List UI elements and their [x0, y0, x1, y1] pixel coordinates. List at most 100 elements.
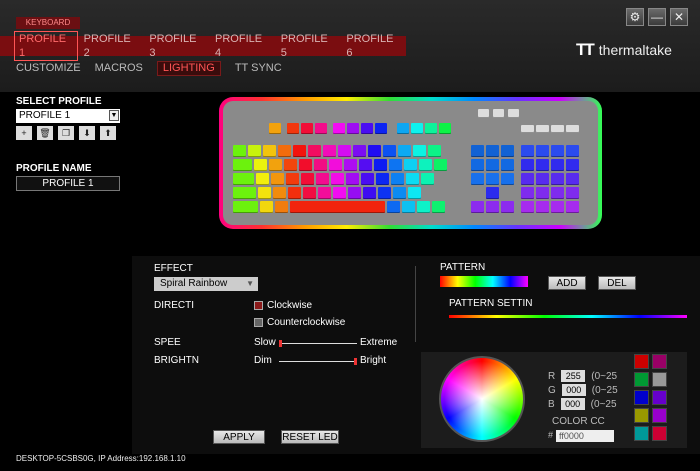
blue-input[interactable]: 000	[560, 398, 585, 410]
keyboard-key	[425, 123, 437, 134]
close-icon[interactable]: ✕	[670, 8, 688, 26]
keyboard-key	[434, 159, 447, 171]
tab-profile-6[interactable]: PROFILE 6	[340, 32, 406, 60]
keyboard-key	[346, 173, 359, 185]
keyboard-key	[393, 187, 406, 199]
effect-label: EFFECT	[154, 263, 193, 274]
add-pattern-button[interactable]: ADD	[548, 276, 586, 290]
import-icon[interactable]: ⬇	[79, 126, 95, 140]
profile-name-field[interactable]: PROFILE 1	[16, 176, 120, 191]
profile-select[interactable]: PROFILE 1 ▼	[16, 109, 120, 123]
color-code-label: COLOR CC	[552, 416, 605, 427]
keyboard-key	[275, 201, 288, 213]
tab-profile-4[interactable]: PROFILE 4	[209, 32, 275, 60]
keyboard-key	[338, 145, 351, 157]
keyboard-key	[566, 159, 579, 171]
keyboard-key	[521, 159, 534, 171]
clockwise-label: Clockwise	[267, 300, 313, 311]
delete-pattern-button[interactable]: DEL	[598, 276, 636, 290]
color-swatch[interactable]	[634, 372, 649, 387]
keyboard-key	[248, 145, 261, 157]
color-swatch[interactable]	[652, 408, 667, 423]
clockwise-checkbox[interactable]	[254, 301, 263, 310]
chevron-down-icon[interactable]: ▼	[246, 277, 254, 291]
keyboard-key	[402, 201, 415, 213]
minimize-icon[interactable]: —	[648, 8, 666, 26]
reset-led-button[interactable]: RESET LED	[281, 430, 339, 444]
tab-lighting[interactable]: LIGHTING	[156, 61, 221, 76]
keyboard-key	[316, 173, 329, 185]
keyboard-key	[508, 109, 519, 118]
keyboard-key	[521, 173, 534, 185]
direction-clockwise[interactable]: Clockwise	[254, 300, 312, 311]
hash-label: #	[548, 430, 554, 440]
tab-tt-sync[interactable]: TT SYNC	[235, 62, 282, 75]
color-swatch[interactable]	[634, 408, 649, 423]
keyboard-key	[486, 145, 499, 157]
counterclockwise-checkbox[interactable]	[254, 318, 263, 327]
hex-color-input[interactable]: ff0000	[556, 430, 614, 442]
tab-profile-5[interactable]: PROFILE 5	[275, 32, 341, 60]
color-swatch[interactable]	[652, 426, 667, 441]
keyboard-key	[486, 159, 499, 171]
speed-max-label: Extreme	[360, 337, 398, 348]
sub-tabs: CUSTOMIZE MACROS LIGHTING TT SYNC	[16, 61, 282, 76]
brightness-label: BRIGHTN	[154, 355, 199, 366]
window-controls: ⚙ — ✕	[626, 8, 688, 26]
keyboard-key	[363, 187, 376, 199]
green-row: G 000 (0~25	[548, 384, 618, 396]
add-icon[interactable]: +	[16, 126, 32, 140]
blue-range: (0~25	[590, 398, 617, 410]
keyboard-key	[344, 159, 357, 171]
keyboard-key	[284, 159, 297, 171]
keyboard-key	[389, 159, 402, 171]
color-swatch[interactable]	[634, 390, 649, 405]
color-swatch[interactable]	[652, 354, 667, 369]
color-swatch[interactable]	[652, 372, 667, 387]
keyboard-key	[387, 201, 400, 213]
brightness-slider[interactable]	[279, 361, 357, 362]
effect-select[interactable]: Spiral Rainbow ▼	[154, 277, 258, 291]
speed-min-label: Slow	[254, 337, 276, 348]
copy-icon[interactable]: ❐	[58, 126, 74, 140]
profile-name-label: PROFILE NAME	[16, 163, 92, 174]
tab-customize[interactable]: CUSTOMIZE	[16, 62, 81, 75]
red-input[interactable]: 255	[561, 370, 586, 382]
keyboard-key	[301, 173, 314, 185]
apply-button[interactable]: APPLY	[213, 430, 265, 444]
direction-counterclockwise[interactable]: Counterclockwise	[254, 317, 345, 328]
keyboard-key	[333, 123, 345, 134]
green-input[interactable]: 000	[561, 384, 586, 396]
speed-slider[interactable]	[279, 343, 357, 344]
trash-icon[interactable]: 🗑	[37, 126, 53, 140]
keyboard-key	[521, 187, 534, 199]
keyboard-key	[408, 187, 421, 199]
brightness-slider-handle[interactable]	[354, 358, 357, 365]
keyboard-key	[374, 159, 387, 171]
keyboard-key	[486, 173, 499, 185]
keyboard-key	[271, 173, 284, 185]
keyboard-key	[287, 123, 299, 134]
brightness-min-label: Dim	[254, 355, 272, 366]
tab-profile-3[interactable]: PROFILE 3	[143, 32, 209, 60]
color-swatch[interactable]	[634, 354, 649, 369]
counterclockwise-label: Counterclockwise	[267, 317, 346, 328]
export-icon[interactable]: ⬆	[100, 126, 116, 140]
color-swatch[interactable]	[634, 426, 649, 441]
color-swatch[interactable]	[652, 390, 667, 405]
pattern-settings-bar[interactable]	[449, 315, 687, 318]
keyboard-key	[521, 125, 534, 133]
tab-profile-2[interactable]: PROFILE 2	[78, 32, 144, 60]
chevron-down-icon[interactable]: ▼	[109, 110, 119, 121]
keyboard-key	[432, 201, 445, 213]
tab-macros[interactable]: MACROS	[95, 62, 143, 75]
pattern-preview[interactable]	[440, 276, 528, 287]
green-range: (0~25	[591, 384, 618, 396]
keyboard-key	[501, 145, 514, 157]
tab-profile-1[interactable]: PROFILE 1	[14, 31, 78, 61]
keyboard-key	[566, 125, 579, 133]
keyboard-key	[269, 159, 282, 171]
speed-slider-handle[interactable]	[279, 340, 282, 347]
color-wheel[interactable]	[439, 356, 525, 442]
settings-icon[interactable]: ⚙	[626, 8, 644, 26]
